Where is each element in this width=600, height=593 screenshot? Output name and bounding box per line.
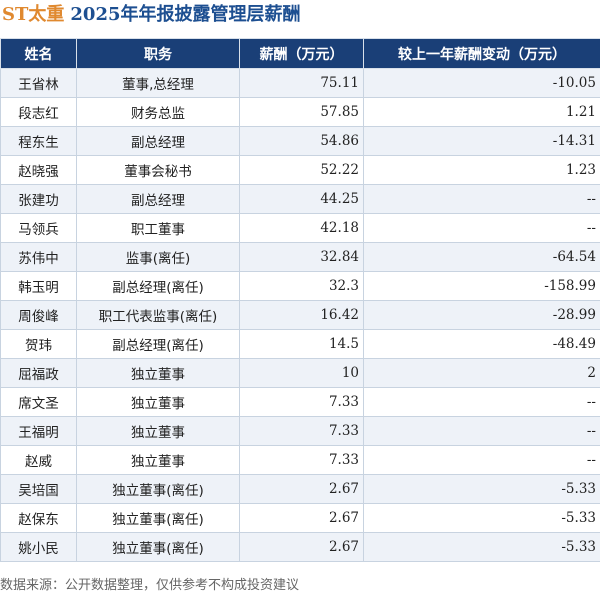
- table-row: 姚小民 独立董事(离任) 2.67 -5.33: [0, 532, 600, 562]
- cell-name: 苏伟中: [0, 242, 77, 272]
- cell-position: 独立董事(离任): [76, 503, 240, 533]
- report-title: 2025年年报披露管理层薪酬: [70, 4, 301, 25]
- cell-position: 独立董事: [76, 445, 240, 475]
- cell-position: 董事会秘书: [76, 155, 240, 185]
- header-position: 职务: [76, 38, 240, 69]
- header-change: 较上一年薪酬变动（万元）: [363, 38, 600, 69]
- cell-name: 张建功: [0, 184, 77, 214]
- table-header-row: 姓名 职务 薪酬（万元） 较上一年薪酬变动（万元）: [0, 38, 600, 69]
- cell-change: -5.33: [363, 532, 600, 562]
- data-source-note: 数据来源：公开数据整理，仅供参考不构成投资建议: [0, 578, 300, 593]
- cell-pay: 7.33: [239, 445, 364, 475]
- cell-change: -10.05: [363, 68, 600, 98]
- cell-change: --: [363, 184, 600, 214]
- table-row: 王福明 独立董事 7.33 --: [0, 416, 600, 446]
- header-pay: 薪酬（万元）: [239, 38, 364, 69]
- cell-pay: 42.18: [239, 213, 364, 243]
- cell-pay: 2.67: [239, 474, 364, 504]
- salary-table: 姓名 职务 薪酬（万元） 较上一年薪酬变动（万元） 王省林 董事,总经理 75.11…: [0, 38, 600, 562]
- table-row: 赵保东 独立董事(离任) 2.67 -5.33: [0, 503, 600, 533]
- table-row: 屈福政 独立董事 10 2: [0, 358, 600, 388]
- cell-change: 2: [363, 358, 600, 388]
- cell-name: 赵晓强: [0, 155, 77, 185]
- cell-name: 马领兵: [0, 213, 77, 243]
- table-row: 席文圣 独立董事 7.33 --: [0, 387, 600, 417]
- cell-change: -158.99: [363, 271, 600, 301]
- cell-position: 董事,总经理: [76, 68, 240, 98]
- cell-change: -28.99: [363, 300, 600, 330]
- table-row: 韩玉明 副总经理(离任) 32.3 -158.99: [0, 271, 600, 301]
- cell-position: 独立董事: [76, 387, 240, 417]
- cell-position: 监事(离任): [76, 242, 240, 272]
- cell-name: 段志红: [0, 97, 77, 127]
- cell-pay: 75.11: [239, 68, 364, 98]
- cell-pay: 10: [239, 358, 364, 388]
- table-row: 贺玮 副总经理(离任) 14.5 -48.49: [0, 329, 600, 359]
- cell-change: -64.54: [363, 242, 600, 272]
- cell-position: 职工代表监事(离任): [76, 300, 240, 330]
- table-row: 苏伟中 监事(离任) 32.84 -64.54: [0, 242, 600, 272]
- cell-name: 周俊峰: [0, 300, 77, 330]
- cell-change: --: [363, 387, 600, 417]
- cell-position: 独立董事: [76, 358, 240, 388]
- cell-pay: 32.84: [239, 242, 364, 272]
- cell-change: --: [363, 213, 600, 243]
- table-row: 赵晓强 董事会秘书 52.22 1.23: [0, 155, 600, 185]
- table-row: 张建功 副总经理 44.25 --: [0, 184, 600, 214]
- cell-name: 屈福政: [0, 358, 77, 388]
- cell-position: 独立董事(离任): [76, 532, 240, 562]
- cell-position: 独立董事(离任): [76, 474, 240, 504]
- cell-position: 副总经理: [76, 126, 240, 156]
- cell-position: 财务总监: [76, 97, 240, 127]
- cell-change: 1.23: [363, 155, 600, 185]
- cell-change: -48.49: [363, 329, 600, 359]
- cell-pay: 14.5: [239, 329, 364, 359]
- cell-position: 副总经理: [76, 184, 240, 214]
- cell-pay: 2.67: [239, 532, 364, 562]
- cell-name: 吴培国: [0, 474, 77, 504]
- cell-change: -5.33: [363, 474, 600, 504]
- cell-change: --: [363, 445, 600, 475]
- cell-change: -14.31: [363, 126, 600, 156]
- cell-position: 独立董事: [76, 416, 240, 446]
- page-title: ST太重 2025年年报披露管理层薪酬: [0, 0, 600, 34]
- cell-pay: 7.33: [239, 387, 364, 417]
- cell-name: 席文圣: [0, 387, 77, 417]
- cell-pay: 7.33: [239, 416, 364, 446]
- cell-change: 1.21: [363, 97, 600, 127]
- table-row: 马领兵 职工董事 42.18 --: [0, 213, 600, 243]
- cell-pay: 44.25: [239, 184, 364, 214]
- cell-name: 贺玮: [0, 329, 77, 359]
- header-name: 姓名: [0, 38, 77, 69]
- cell-name: 程东生: [0, 126, 77, 156]
- table-row: 程东生 副总经理 54.86 -14.31: [0, 126, 600, 156]
- cell-change: -5.33: [363, 503, 600, 533]
- table-row: 赵威 独立董事 7.33 --: [0, 445, 600, 475]
- company-name: ST太重: [2, 4, 65, 25]
- cell-pay: 16.42: [239, 300, 364, 330]
- cell-name: 王省林: [0, 68, 77, 98]
- table-row: 王省林 董事,总经理 75.11 -10.05: [0, 68, 600, 98]
- cell-pay: 57.85: [239, 97, 364, 127]
- cell-change: --: [363, 416, 600, 446]
- cell-name: 姚小民: [0, 532, 77, 562]
- cell-pay: 54.86: [239, 126, 364, 156]
- cell-pay: 32.3: [239, 271, 364, 301]
- table-row: 吴培国 独立董事(离任) 2.67 -5.33: [0, 474, 600, 504]
- table-row: 段志红 财务总监 57.85 1.21: [0, 97, 600, 127]
- cell-position: 副总经理(离任): [76, 329, 240, 359]
- cell-name: 韩玉明: [0, 271, 77, 301]
- cell-position: 副总经理(离任): [76, 271, 240, 301]
- table-body: 王省林 董事,总经理 75.11 -10.05 段志红 财务总监 57.85 1.21 程东生副…: [0, 68, 600, 562]
- cell-name: 王福明: [0, 416, 77, 446]
- table-row: 周俊峰 职工代表监事(离任) 16.42 -28.99: [0, 300, 600, 330]
- cell-name: 赵保东: [0, 503, 77, 533]
- cell-name: 赵威: [0, 445, 77, 475]
- cell-pay: 2.67: [239, 503, 364, 533]
- cell-pay: 52.22: [239, 155, 364, 185]
- cell-position: 职工董事: [76, 213, 240, 243]
